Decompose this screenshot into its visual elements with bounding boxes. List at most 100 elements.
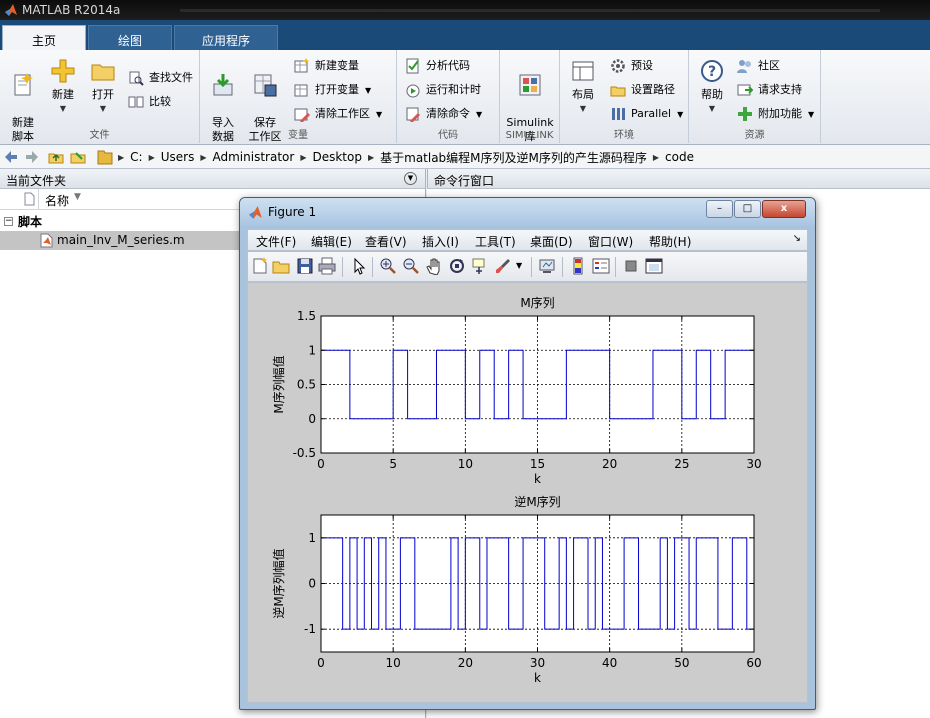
layout-button[interactable]: 布局 ▼ [562,58,604,116]
x-tick-label: 25 [674,457,689,471]
browse-folder-icon[interactable] [70,149,86,165]
import-data-icon [213,74,233,96]
hide-plot-tools-icon[interactable] [622,257,640,275]
compare-button[interactable]: 比较 [128,92,171,112]
data-cursor-icon[interactable] [471,257,489,275]
breadcrumb-item[interactable]: C: [130,150,142,164]
undock-arrow-icon[interactable]: ↘ [793,233,801,244]
analyze-code-label: 分析代码 [426,59,470,72]
insert-colorbar-icon[interactable] [569,257,587,275]
edit-plot-pointer-icon[interactable] [350,257,368,275]
y-tick-label: 1 [308,531,316,545]
panel-menu-icon[interactable]: ▼ [404,172,417,185]
figure-titlebar[interactable]: Figure 1 – □ x [240,198,815,226]
chevron-down-icon: ▼ [99,104,107,113]
open-variable-button[interactable]: 打开变量 ▼ [294,80,371,100]
insert-legend-icon[interactable] [592,257,610,275]
close-button[interactable]: x [762,200,806,218]
ribbon-tabbar: 主页 绘图 应用程序 [0,20,930,50]
titlebar-fill [180,9,880,12]
open-button[interactable]: 打开 ▼ [82,58,124,116]
rotate-3d-icon[interactable] [448,257,466,275]
breadcrumb-item[interactable]: 基于matlab编程M序列及逆M序列的产生源码程序 [380,149,647,166]
ribbon-group-file: 新建 脚本 新建 ▼ 打开 ▼ 查找文件 比较 文件 [0,50,200,143]
breadcrumb-item[interactable]: Desktop [312,150,362,164]
x-tick-label: 10 [386,656,401,670]
minimize-button[interactable]: – [706,200,733,218]
help-button[interactable]: ? 帮助 ▼ [691,58,733,116]
toolbar-separator [531,257,532,277]
save-icon[interactable] [296,257,314,275]
open-label: 打开 [92,88,114,101]
breadcrumb-separator-icon: ▶ [652,152,660,162]
menu-window[interactable]: 窗口(W) [588,233,633,250]
chevron-down-icon: ▼ [476,110,483,119]
link-plot-icon[interactable] [538,257,556,275]
x-tick-label: 60 [746,656,761,670]
pan-hand-icon[interactable] [425,257,443,275]
y-tick-label: -0.5 [293,446,316,460]
addons-label: 附加功能 [758,107,802,120]
clear-workspace-icon [294,108,310,122]
x-axis-label: k [534,472,541,486]
open-file-icon[interactable] [272,257,290,275]
clear-workspace-button[interactable]: 清除工作区 ▼ [294,104,382,124]
analyze-code-button[interactable]: 分析代码 [405,56,470,76]
x-axis-label: k [534,671,541,685]
parallel-button[interactable]: Parallel ▼ [610,104,683,124]
forward-arrow-icon[interactable] [24,149,40,165]
breadcrumb-item[interactable]: code [665,150,694,164]
addons-button[interactable]: 附加功能 ▼ [737,104,814,124]
set-path-button[interactable]: 设置路径 [610,80,675,100]
command-window-header: 命令行窗口 [427,169,930,189]
run-and-time-button[interactable]: 运行和计时 [405,80,481,100]
request-support-button[interactable]: 请求支持 [737,80,802,100]
group-label-variable: 变量 [288,130,308,141]
clear-commands-button[interactable]: 清除命令 ▼ [405,104,482,124]
maximize-button[interactable]: □ [734,200,761,218]
find-files-button[interactable]: 查找文件 [128,68,193,88]
new-figure-icon[interactable] [251,257,269,275]
breadcrumb-separator-icon: ▶ [367,152,375,162]
svg-text:?: ? [708,64,716,80]
community-button[interactable]: 社区 [737,56,780,76]
print-icon[interactable] [318,257,336,275]
up-folder-icon[interactable] [48,149,64,165]
show-plot-tools-icon[interactable] [645,257,663,275]
menu-help[interactable]: 帮助(H) [649,233,691,250]
parallel-icon [612,108,625,120]
back-arrow-icon[interactable] [3,149,19,165]
preferences-button[interactable]: 预设 [610,56,653,76]
brush-icon[interactable] [494,257,512,275]
menu-view[interactable]: 查看(V) [365,233,407,250]
new-button[interactable]: 新建 ▼ [42,58,84,116]
figure-window[interactable]: Figure 1 – □ x 文件(F) 编辑(E) 查看(V) 插入(I) 工… [239,197,816,710]
menu-edit[interactable]: 编辑(E) [311,233,352,250]
compare-icon [128,96,144,108]
current-folder-title: 当前文件夹 [6,174,67,188]
clear-workspace-label: 清除工作区 [315,107,370,120]
breadcrumb-item[interactable]: Users [161,150,195,164]
open-folder-icon [91,64,115,81]
x-tick-label: 50 [674,656,689,670]
menu-file[interactable]: 文件(F) [256,233,296,250]
layout-label: 布局 [572,88,594,101]
new-variable-button[interactable]: 新建变量 [294,56,359,76]
x-tick-label: 30 [530,656,545,670]
ribbon: 新建 脚本 新建 ▼ 打开 ▼ 查找文件 比较 文件 导入 数据 保存 工作区 … [0,50,930,145]
menu-desktop[interactable]: 桌面(D) [530,233,573,250]
folder-icon [97,150,113,165]
tab-home[interactable]: 主页 [2,25,86,50]
menu-insert[interactable]: 插入(I) [422,233,459,250]
zoom-in-icon[interactable] [379,257,397,275]
menu-tools[interactable]: 工具(T) [475,233,516,250]
brush-dropdown-icon[interactable]: ▼ [516,261,522,270]
ribbon-group-environment: 布局 ▼ 预设 设置路径 Parallel ▼ 环境 [560,50,689,143]
x-tick-label: 0 [317,656,325,670]
collapse-toggle-icon[interactable]: − [4,217,13,226]
tab-apps[interactable]: 应用程序 [174,25,278,50]
breadcrumb-item[interactable]: Administrator [213,150,295,164]
figure-canvas[interactable]: 0 5 10 15 20 25 30 -0.5 0 0.5 1 1.5 M序列 k M序列幅值 0 10 20 30… [247,282,808,703]
tab-plots[interactable]: 绘图 [88,25,172,50]
zoom-out-icon[interactable] [402,257,420,275]
